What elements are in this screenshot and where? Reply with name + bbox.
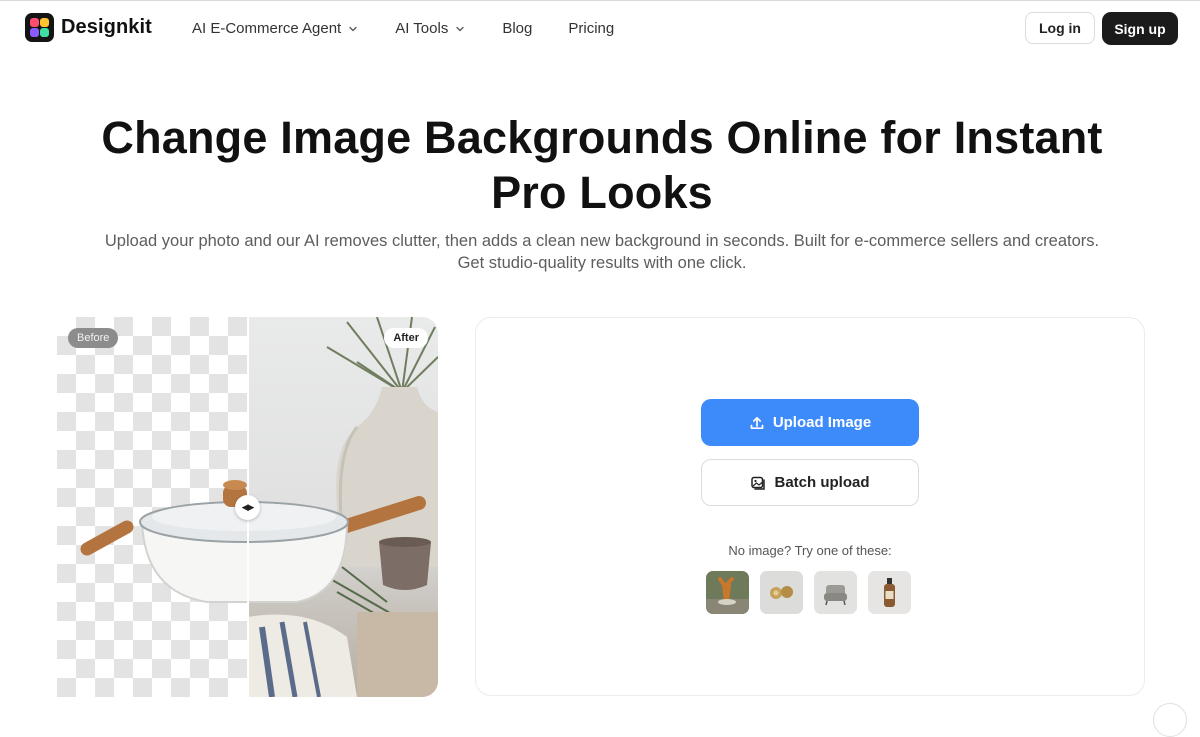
before-badge: Before — [68, 328, 119, 348]
menu-item-blog[interactable]: Blog — [502, 20, 532, 37]
upload-panel — [475, 317, 1145, 696]
figurine-thumbnail-icon — [706, 571, 749, 614]
batch-upload-label: Batch upload — [774, 474, 870, 491]
page-subtitle-line1: Upload your photo and our AI removes clu… — [104, 232, 1100, 250]
brand-name: Designkit — [61, 16, 152, 38]
compare-slider-handle[interactable]: ◀▶ — [235, 495, 260, 520]
armchair-thumbnail-icon — [814, 571, 857, 614]
bottle-thumbnail-icon — [868, 571, 911, 614]
earrings-thumbnail-icon — [760, 571, 803, 614]
sample-images-prompt: No image? Try one of these: — [728, 543, 892, 558]
menu-item-ai-ecommerce-agent[interactable]: AI E-Commerce Agent — [192, 20, 359, 37]
menu-item-ai-tools[interactable]: AI Tools — [395, 20, 466, 37]
main-menu: AI E-Commerce Agent AI Tools Blog Pricin… — [192, 1, 650, 56]
after-badge: After — [384, 328, 428, 348]
arrows-left-right-icon: ◀▶ — [241, 502, 255, 512]
page-subtitle: Upload your photo and our AI removes clu… — [60, 230, 1144, 274]
page-subtitle-line2: Get studio-quality results with one clic… — [457, 254, 747, 272]
upload-image-button[interactable]: Upload Image — [701, 399, 919, 446]
sample-image-earrings[interactable] — [760, 571, 803, 614]
batch-images-icon — [751, 476, 766, 490]
menu-item-label: AI E-Commerce Agent — [192, 20, 342, 37]
top-navbar: Designkit AI E-Commerce Agent AI Tools B… — [0, 1, 1200, 56]
login-button[interactable]: Log in — [1025, 12, 1095, 44]
sample-image-armchair[interactable] — [814, 571, 857, 614]
before-after-comparison: ◀▶ Before After — [57, 317, 438, 697]
sample-image-bottle[interactable] — [868, 571, 911, 614]
chevron-down-icon — [349, 26, 357, 31]
menu-item-label: Pricing — [568, 20, 615, 37]
batch-upload-button[interactable]: Batch upload — [701, 459, 919, 506]
signup-button[interactable]: Sign up — [1102, 12, 1178, 45]
page-title-line1: Change Image Backgrounds Online for Inst… — [101, 112, 1103, 163]
page-title: Change Image Backgrounds Online for Inst… — [60, 110, 1144, 220]
upload-icon — [750, 416, 764, 429]
upload-image-label: Upload Image — [772, 414, 872, 431]
sample-image-figurine[interactable] — [706, 571, 749, 614]
scroll-helper-button[interactable] — [1153, 703, 1187, 737]
chevron-down-icon — [456, 26, 464, 31]
sample-images-row — [706, 571, 922, 614]
page-title-line2: Pro Looks — [491, 167, 713, 218]
brand-logo[interactable]: Designkit — [25, 13, 152, 42]
designkit-logo-icon — [25, 13, 54, 42]
menu-item-label: Blog — [502, 20, 533, 37]
menu-item-label: AI Tools — [395, 20, 449, 37]
menu-item-pricing[interactable]: Pricing — [568, 20, 614, 37]
